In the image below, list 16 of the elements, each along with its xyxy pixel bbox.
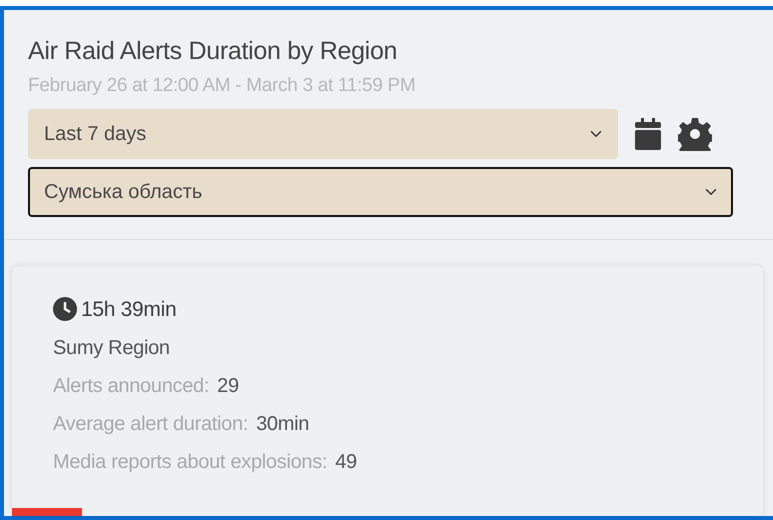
period-select[interactable]: Last 7 days — [28, 108, 618, 158]
stat-label: Alerts announced: — [53, 374, 210, 399]
date-range: February 26 at 12:00 AM - March 3 at 11:59 PM — [28, 74, 416, 98]
stat-value: 29 — [217, 374, 239, 399]
region-name: Sumy Region — [53, 336, 171, 361]
clock-icon — [53, 297, 77, 322]
accent-bar — [12, 508, 82, 516]
stat-label: Media reports about explosions: — [53, 450, 328, 475]
duration-text: 15h 39min — [81, 296, 176, 322]
stat-value: 49 — [335, 450, 357, 475]
stat-label: Average alert duration: — [53, 412, 248, 437]
calendar-icon[interactable] — [634, 116, 662, 150]
settings-icon[interactable] — [678, 116, 712, 150]
stat-value: 30min — [256, 412, 310, 437]
region-select[interactable]: Сумська область — [28, 166, 733, 216]
widget-title: Air Raid Alerts Duration by Region — [28, 36, 398, 66]
